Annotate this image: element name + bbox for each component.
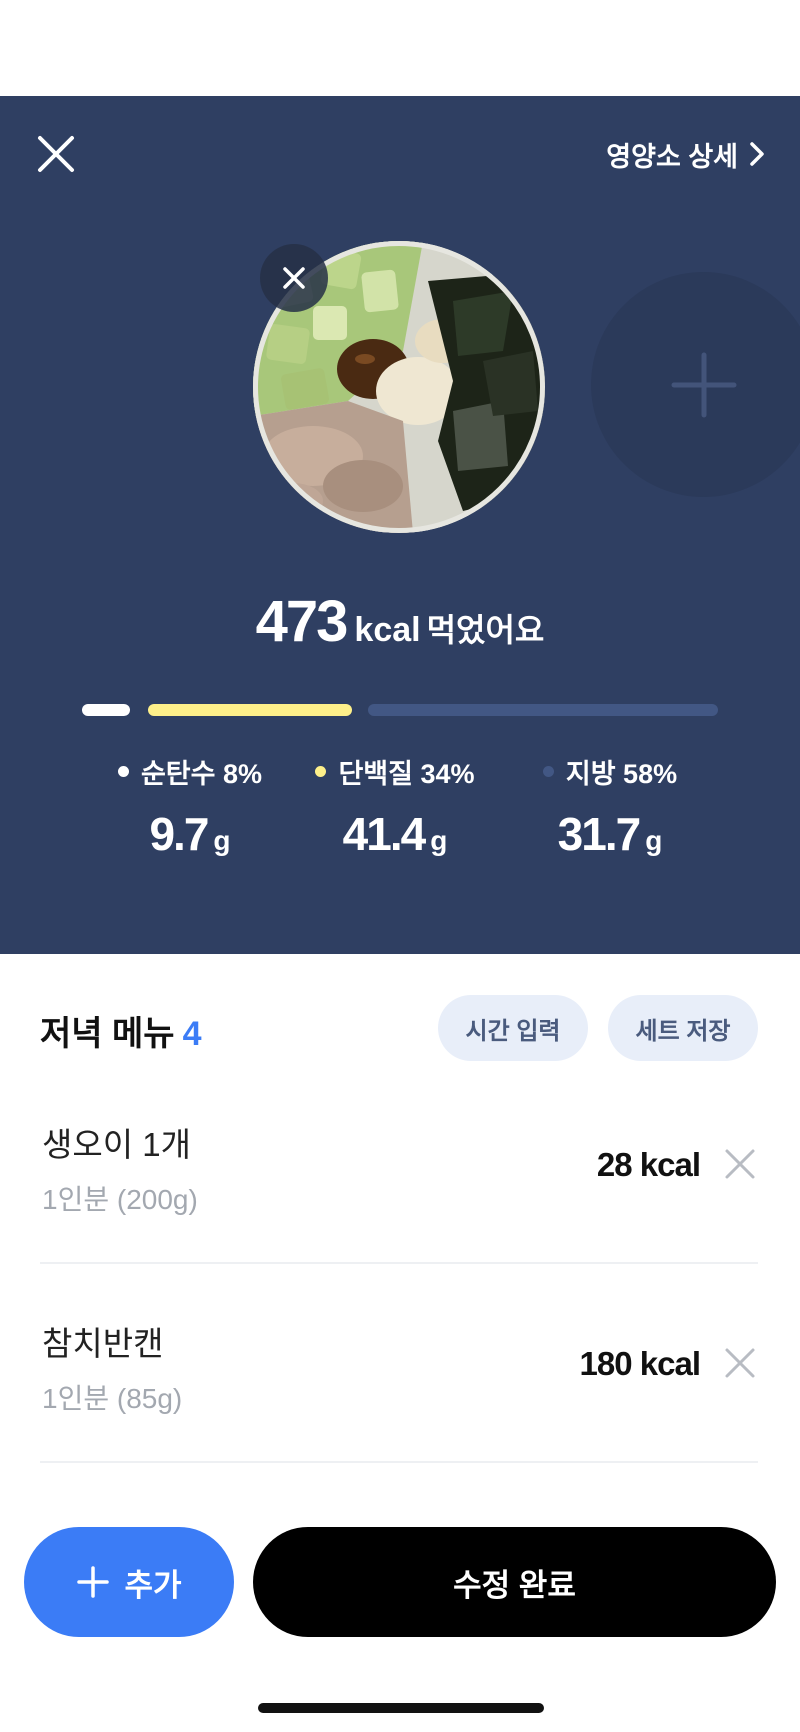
menu-title: 저녁 메뉴 — [40, 1015, 175, 1053]
chevron-right-icon — [750, 142, 764, 166]
calorie-summary: 473 kcal 먹었어요 — [0, 588, 800, 655]
food-kcal: 28 kcal — [596, 1146, 701, 1183]
protein-label: 단백질 34% — [338, 759, 475, 789]
remove-item-icon — [725, 1149, 755, 1179]
food-name: 생오이 1개 — [42, 1126, 191, 1163]
calorie-suffix: 먹었어요 — [426, 612, 545, 648]
carb-ratio-bar — [82, 704, 130, 716]
carb-unit: g — [213, 825, 231, 856]
carb-label: 순탄수 8% — [140, 759, 263, 789]
remove-item-icon — [725, 1348, 755, 1378]
protein-dot — [315, 766, 327, 777]
macro-fat: 지방 58% 31.7 g — [505, 752, 715, 861]
carb-dot — [117, 766, 129, 777]
nutrient-detail-link[interactable]: 영양소 상세 — [606, 132, 766, 176]
food-item[interactable]: 생오이 1개 1인분 (200g) 28 kcal — [40, 1066, 758, 1264]
meal-summary-panel: 영양소 상세 473 kcal 먹었어요 순탄수 8% 9.7 g 단백질 34… — [0, 96, 800, 954]
fat-dot — [542, 766, 554, 777]
add-food-label: 추가 — [124, 1567, 182, 1603]
menu-section-title: 저녁 메뉴 4 — [40, 1006, 202, 1055]
add-food-button[interactable]: 추가 — [24, 1527, 234, 1637]
nutrient-detail-label: 영양소 상세 — [606, 141, 738, 172]
protein-value: 41.4 — [342, 808, 427, 860]
plus-icon — [671, 352, 736, 417]
protein-unit: g — [430, 825, 448, 856]
edit-done-button[interactable]: 수정 완료 — [253, 1527, 776, 1637]
food-kcal: 180 kcal — [579, 1345, 701, 1382]
calorie-total: 473 — [255, 589, 349, 654]
fat-label: 지방 58% — [565, 759, 678, 789]
photo-remove-button[interactable] — [260, 244, 328, 312]
close-button[interactable] — [32, 130, 82, 180]
calorie-unit: kcal — [354, 611, 421, 649]
food-item[interactable]: 참치반캔 1인분 (85g) 180 kcal — [40, 1265, 758, 1463]
macro-protein: 단백질 34% 41.4 g — [290, 752, 500, 861]
food-name: 참치반캔 — [42, 1325, 164, 1362]
food-portion: 1인분 (200g) — [42, 1184, 198, 1215]
fat-unit: g — [645, 825, 663, 856]
macro-carb: 순탄수 8% 9.7 g — [85, 752, 295, 861]
time-input-button[interactable]: 시간 입력 — [438, 995, 588, 1061]
food-portion: 1인분 (85g) — [42, 1383, 183, 1414]
fat-ratio-bar — [368, 704, 718, 716]
menu-count: 4 — [182, 1015, 202, 1053]
remove-item-button[interactable] — [722, 1345, 758, 1381]
status-bar-area — [0, 0, 800, 96]
carb-value: 9.7 — [149, 808, 209, 860]
close-icon — [38, 136, 74, 172]
plus-icon — [77, 1566, 110, 1598]
remove-item-button[interactable] — [722, 1146, 758, 1182]
save-set-button[interactable]: 세트 저장 — [608, 995, 758, 1061]
protein-ratio-bar — [148, 704, 352, 716]
add-photo-button[interactable] — [591, 272, 800, 497]
fat-value: 31.7 — [557, 808, 642, 860]
home-indicator — [258, 1703, 544, 1713]
photo-remove-icon — [283, 267, 305, 289]
